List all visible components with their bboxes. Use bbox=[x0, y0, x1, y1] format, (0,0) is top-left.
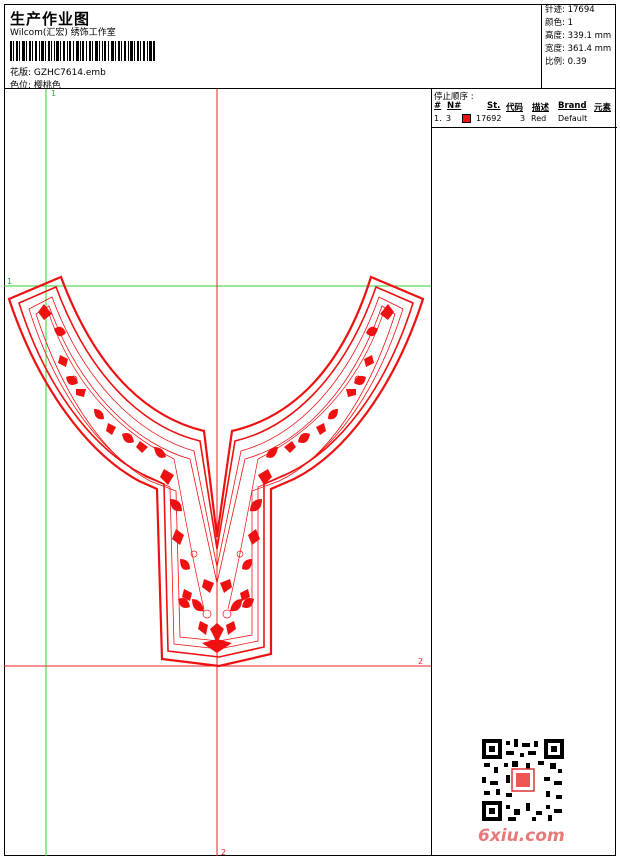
row-code: 3 bbox=[520, 114, 526, 123]
guide-label-v2: 2 bbox=[221, 848, 226, 856]
qr-code bbox=[482, 739, 564, 821]
file-info: 花版: GZHC7614.emb bbox=[10, 65, 106, 78]
file-label: 花版: bbox=[10, 68, 32, 78]
row-stitches: 17692 bbox=[476, 114, 502, 123]
guide-label-h1: 1 bbox=[7, 277, 12, 286]
row-brand: Default bbox=[558, 114, 588, 123]
stat-height: 高度: 339.1 mm bbox=[545, 31, 612, 41]
table-divider bbox=[432, 127, 617, 128]
collar-border-line bbox=[18, 285, 414, 658]
col-code: 代码 bbox=[506, 103, 524, 113]
row-description: Red bbox=[531, 114, 547, 123]
col-brand: Brand bbox=[558, 101, 587, 111]
col-stitches: St. bbox=[487, 101, 501, 111]
row-needle: 3 bbox=[446, 114, 452, 123]
header: 生产作业图 Wilcom(汇宏) 绣饰工作室 花版: GZHC7614.emb … bbox=[4, 4, 616, 91]
row-num: 1. bbox=[434, 114, 442, 123]
guide-label-v1: 1 bbox=[51, 89, 56, 98]
file-name: GZHC7614.emb bbox=[33, 68, 106, 78]
guide-label-h2: 2 bbox=[418, 657, 423, 666]
stats-box: 针迹: 17694 颜色: 1 高度: 339.1 mm 宽度: 361.4 m… bbox=[541, 4, 616, 89]
design-canvas: 1 1 2 2 bbox=[4, 89, 431, 856]
barcode bbox=[10, 41, 155, 61]
col-element: 元素 bbox=[594, 103, 612, 113]
stat-colors: 颜色: 1 bbox=[545, 18, 574, 28]
col-num: # bbox=[434, 101, 442, 111]
collar-outer-outline bbox=[7, 275, 425, 668]
stat-width: 宽度: 361.4 mm bbox=[545, 44, 612, 54]
stat-scale: 比例: 0.39 bbox=[545, 57, 587, 67]
studio-name: Wilcom(汇宏) 绣饰工作室 bbox=[10, 28, 116, 38]
thread-color-swatch bbox=[462, 114, 471, 123]
stat-stitches: 针迹: 17694 bbox=[545, 5, 595, 15]
watermark: 6xiu.com bbox=[478, 826, 565, 846]
col-needle: N# bbox=[447, 101, 462, 111]
col-description: 描述 bbox=[532, 103, 550, 113]
